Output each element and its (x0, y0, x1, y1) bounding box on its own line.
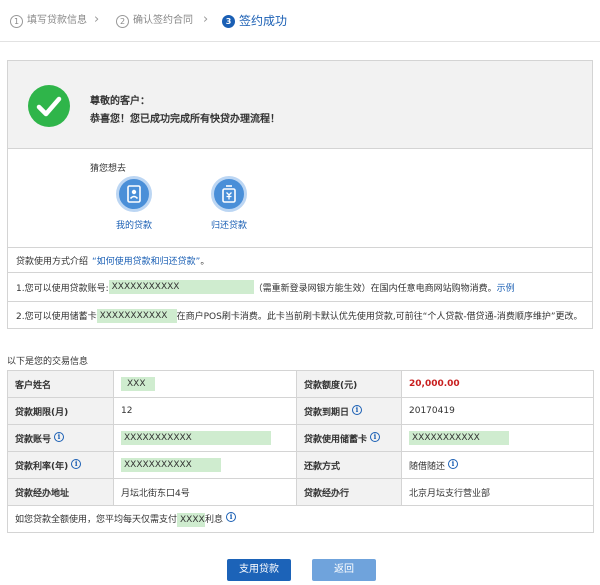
loan-limit-value: 20,000.00 (409, 379, 460, 389)
back-button[interactable]: 返回 (312, 559, 376, 581)
table-row: 贷款利率(年) i XXXXXXXXXXX 还款方式 随借随还 i (7, 451, 594, 479)
my-loan-icon (116, 176, 152, 212)
step-sign-success: 3 签约成功 (222, 13, 287, 29)
usage-intro: 贷款使用方式介绍 (16, 256, 89, 267)
progress-steps: 1 填写贷款信息 › 2 确认签约合同 › 3 签约成功 (0, 0, 600, 42)
step-label: 填写贷款信息 (27, 15, 87, 26)
daily-interest-value: XXXX (177, 512, 206, 527)
customer-name-label: 客户姓名 (7, 370, 114, 398)
step-number: 2 (116, 14, 129, 28)
repay-loan-icon (211, 176, 247, 212)
usage-intro-row: 贷款使用方式介绍 “如何使用贷款和归还贷款” 。 (8, 247, 592, 272)
guess-title: 猜您想去 (90, 164, 127, 174)
info-icon[interactable]: i (370, 431, 381, 442)
customer-name-value: XXX (121, 377, 155, 391)
usage-line-2-suffix: 在商户POS刷卡消费。此卡当前刷卡默认优先使用贷款,可前往“个人贷款-借贷通-消… (176, 312, 583, 322)
repay-loan-label: 归还贷款 (210, 221, 247, 231)
info-icon[interactable]: i (448, 458, 459, 469)
table-row: 贷款账号 i XXXXXXXXXXX 贷款使用储蓄卡 i XXXXXXXXXXX (7, 424, 594, 452)
example-link[interactable]: 示例 (497, 281, 515, 294)
repayment-method-label: 还款方式 (296, 451, 402, 479)
step-number: 1 (10, 14, 23, 28)
branch-label: 贷款经办行 (296, 478, 402, 506)
use-loan-button[interactable]: 支用贷款 (227, 559, 291, 581)
usage-line-2-prefix: 2.您可以使用储蓄卡 (16, 312, 97, 322)
my-loan-label: 我的贷款 (115, 221, 152, 231)
success-check-icon (28, 85, 70, 127)
branch-value: 北京月坛支行营业部 (401, 478, 594, 506)
savings-card-label: 贷款使用储蓄卡 (304, 434, 368, 445)
repayment-method-value: 随借随还 (409, 461, 446, 472)
step-label: 确认签约合同 (133, 15, 193, 26)
table-row: 客户姓名 XXX 贷款额度(元) 20,000.00 (7, 370, 594, 398)
table-row: 贷款经办地址 月坛北街东口4号 贷款经办行 北京月坛支行营业部 (7, 478, 594, 506)
how-to-use-link[interactable]: “如何使用贷款和归还贷款” (92, 254, 200, 267)
branch-address-value: 月坛北街东口4号 (113, 478, 297, 506)
info-icon[interactable]: i (71, 458, 82, 469)
usage-intro-end: 。 (200, 256, 210, 267)
loan-term-label: 贷款期限(月) (7, 397, 114, 425)
success-banner: 尊敬的客户： 恭喜您！您已成功完成所有快贷办理流程！ (8, 61, 592, 149)
repay-loan-shortcut[interactable]: 归还贷款 (201, 176, 257, 231)
savings-card-value: XXXXXXXXXXX (409, 431, 509, 445)
table-row: 如您贷款全额使用，您平均每天仅需支付 XXXX利息 i (7, 505, 594, 533)
usage-line-1: 1.您可以使用贷款账号: XXXXXXXXXXX （需重新登录网银方能生效）在国… (8, 272, 592, 301)
due-date-label: 贷款到期日 (304, 407, 350, 418)
interest-rate-value: XXXXXXXXXXX (121, 458, 221, 472)
loan-account-value: XXXXXXXXXXX (121, 431, 271, 445)
chevron-right-icon: › (94, 12, 100, 27)
table-row: 贷款期限(月) 12 贷款到期日 i 20170419 (7, 397, 594, 425)
step-confirm-contract: 2 确认签约合同 (116, 13, 193, 29)
transaction-table: 客户姓名 XXX 贷款额度(元) 20,000.00 贷款期限(月) 12 贷款… (7, 370, 594, 533)
usage-line-2: 2.您可以使用储蓄卡 XXXXXXXXXXX 在商户POS刷卡消费。此卡当前刷卡… (8, 301, 592, 329)
success-message: 恭喜您！您已成功完成所有快贷办理流程！ (90, 114, 280, 125)
info-icon[interactable]: i (352, 404, 363, 415)
transaction-info-title: 以下是您的交易信息 (7, 357, 89, 367)
greeting: 尊敬的客户： (90, 96, 150, 107)
interest-rate-label: 贷款利率(年) (15, 461, 69, 472)
branch-address-label: 贷款经办地址 (7, 478, 114, 506)
due-date-value: 20170419 (401, 397, 594, 425)
chevron-right-icon: › (203, 12, 209, 27)
daily-interest-suffix: 利息 (205, 514, 224, 525)
loan-limit-label: 贷款额度(元) (296, 370, 402, 398)
usage-line-1-suffix: （需重新登录网银方能生效）在国内任意电商网站购物消费。 (253, 283, 497, 294)
step-fill-info: 1 填写贷款信息 (10, 13, 87, 29)
savings-card-masked: XXXXXXXXXXX (96, 308, 177, 323)
usage-line-1-prefix: 1.您可以使用贷款账号: (16, 283, 109, 294)
my-loan-shortcut[interactable]: 我的贷款 (106, 176, 162, 231)
step-label: 签约成功 (239, 14, 288, 28)
step-number: 3 (222, 14, 235, 28)
loan-term-value: 12 (113, 397, 297, 425)
info-icon[interactable]: i (226, 511, 237, 522)
loan-account-label: 贷款账号 (15, 434, 52, 445)
info-icon[interactable]: i (54, 431, 65, 442)
daily-interest-prefix: 如您贷款全额使用，您平均每天仅需支付 (15, 514, 178, 525)
loan-account-masked: XXXXXXXXXXX (108, 280, 254, 294)
result-card: 尊敬的客户： 恭喜您！您已成功完成所有快贷办理流程！ 猜您想去 我的贷款 归还贷… (7, 60, 593, 329)
